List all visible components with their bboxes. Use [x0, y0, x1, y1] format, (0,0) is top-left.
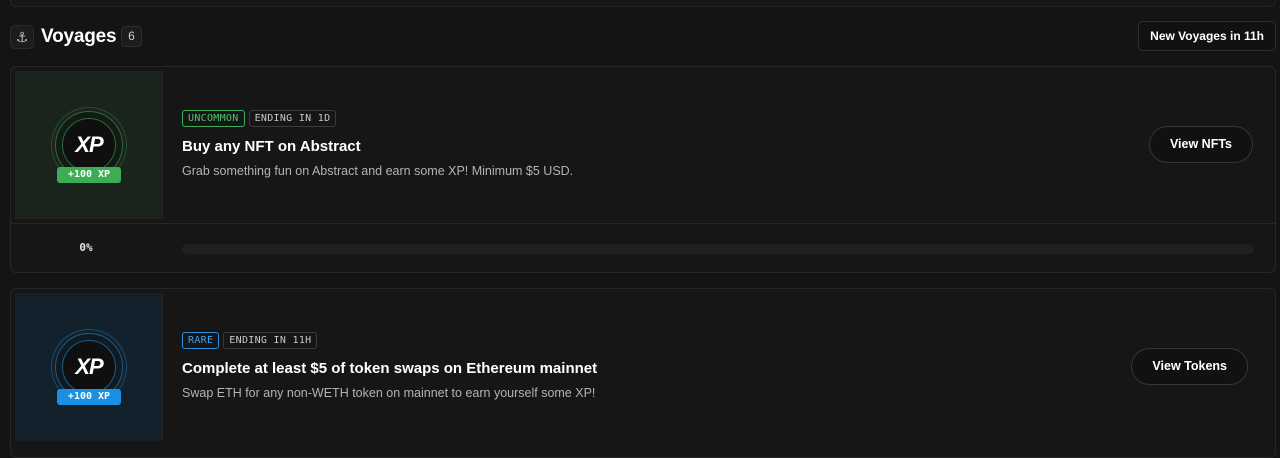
view-nfts-button[interactable]: View NFTs: [1148, 126, 1253, 163]
xp-reward-badge: +100 XP: [57, 389, 121, 405]
voyage-description: Swap ETH for any non-WETH token on mainn…: [182, 386, 596, 400]
voyage-card: XP +100 XP UNCOMMON ENDING IN 1D Buy any …: [10, 66, 1276, 273]
xp-logo: XP: [62, 118, 116, 172]
voyage-description: Grab something fun on Abstract and earn …: [182, 164, 574, 178]
voyage-title: Complete at least $5 of token swaps on E…: [182, 360, 598, 377]
rarity-tag: UNCOMMON: [182, 110, 245, 127]
voyages-count-badge: 6: [121, 26, 142, 47]
voyage-progress: 0%: [11, 223, 1275, 272]
section-title: Voyages: [41, 26, 117, 47]
rarity-tag: RARE: [182, 332, 220, 349]
voyage-thumbnail: XP +100 XP: [15, 71, 163, 219]
voyage-card: XP +100 XP RARE ENDING IN 11H Complete at…: [10, 288, 1276, 458]
voyage-tags: RARE ENDING IN 11H: [182, 332, 321, 349]
progress-bar: [182, 244, 1254, 254]
xp-logo-text: XP: [75, 132, 103, 157]
progress-percent: 0%: [79, 241, 93, 254]
ending-tag: ENDING IN 11H: [223, 332, 318, 349]
voyages-header: ⚓ Voyages 6 New Voyages in 11h: [10, 21, 1276, 52]
xp-reward-badge: +100 XP: [57, 167, 121, 183]
voyage-title: Buy any NFT on Abstract: [182, 138, 361, 155]
voyage-tags: UNCOMMON ENDING IN 1D: [182, 110, 340, 127]
ending-tag: ENDING IN 1D: [248, 110, 337, 127]
xp-logo-text: XP: [75, 354, 103, 379]
voyage-thumbnail: XP +100 XP: [15, 293, 163, 441]
anchor-icon: ⚓: [10, 25, 34, 49]
new-voyages-timer-button[interactable]: New Voyages in 11h: [1138, 21, 1276, 51]
view-tokens-button[interactable]: View Tokens: [1131, 348, 1248, 385]
xp-logo: XP: [62, 340, 116, 394]
previous-section-edge: [10, 0, 1276, 7]
